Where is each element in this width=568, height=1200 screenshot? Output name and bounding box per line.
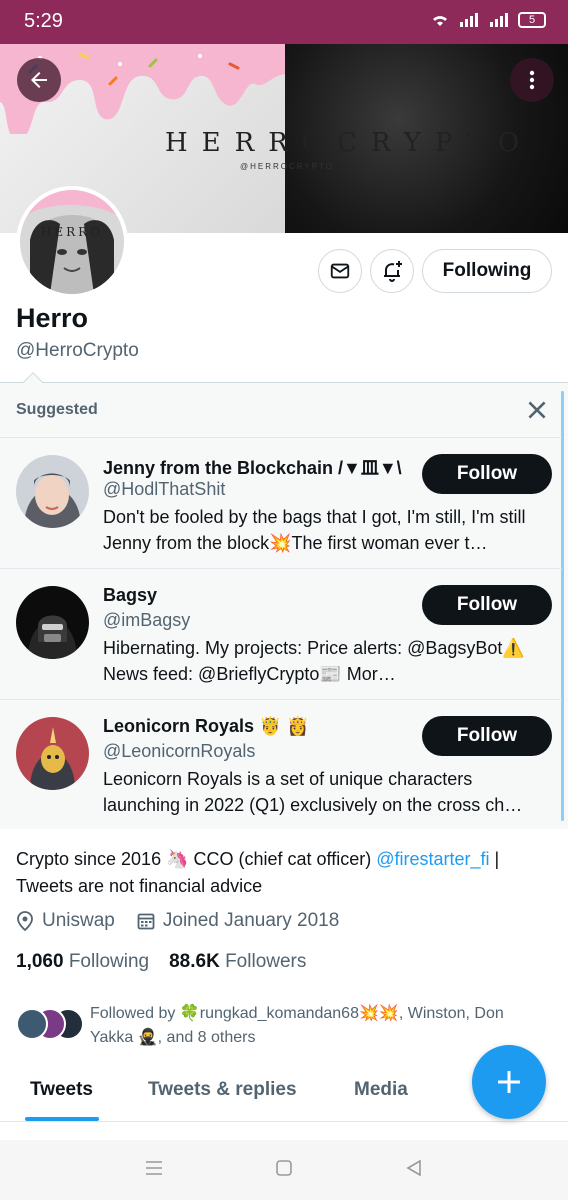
- banner-brand-text: HERROCRYPTO: [165, 128, 534, 158]
- arrow-left-icon: [31, 72, 47, 88]
- bio-link[interactable]: @firestarter_fi: [376, 849, 489, 869]
- follow-button[interactable]: Follow: [422, 716, 552, 756]
- followers-count: 88.6K: [169, 951, 220, 972]
- status-bar: 5:29 5: [0, 0, 568, 44]
- close-icon[interactable]: [524, 397, 550, 423]
- avatar-image: HERRO: [20, 190, 124, 294]
- battery-icon: 5: [518, 12, 546, 28]
- followers-label: Followers: [225, 951, 307, 972]
- following-count: 1,060: [16, 951, 64, 972]
- wifi-icon: [433, 16, 447, 26]
- avatar-image: [16, 586, 89, 659]
- suggested-user-bio: Leonicorn Royals is a set of unique char…: [103, 769, 523, 815]
- suggested-user-bio: Hibernating. My projects: Price alerts: …: [103, 638, 525, 684]
- followers-count-link[interactable]: 88.6K Followers: [169, 951, 306, 973]
- svg-text:HERRO: HERRO: [41, 225, 103, 239]
- tab-tweets-replies[interactable]: Tweets & replies: [148, 1079, 297, 1101]
- tab-tweets[interactable]: Tweets: [30, 1079, 93, 1101]
- tab-media[interactable]: Media: [354, 1079, 408, 1101]
- avatar-image: [16, 717, 89, 790]
- suggested-user-name[interactable]: Bagsy: [103, 585, 157, 606]
- menu-icon[interactable]: [144, 1158, 164, 1178]
- active-tab-indicator: [25, 1117, 99, 1121]
- back-button[interactable]: [17, 58, 61, 102]
- profile-name: Herro: [16, 303, 89, 333]
- joined-text: Joined January 2018: [162, 910, 340, 931]
- suggested-user-row[interactable]: Bagsy @imBagsy Hibernating. My projects:…: [0, 568, 562, 699]
- notifications-button[interactable]: [370, 249, 414, 293]
- location-pin-icon: [17, 911, 33, 931]
- system-nav-bar: [0, 1140, 568, 1200]
- location-item: Uniswap: [16, 910, 115, 932]
- bell-plus-icon: [384, 261, 402, 282]
- compose-tweet-button[interactable]: [472, 1045, 546, 1119]
- suggested-user-name[interactable]: Leonicorn Royals 🤴 👸: [103, 716, 309, 737]
- message-button[interactable]: [318, 249, 362, 293]
- suggested-title: Suggested: [16, 401, 98, 418]
- signal-icon: [460, 13, 478, 27]
- follow-button[interactable]: Follow: [422, 585, 552, 625]
- following-button[interactable]: Following: [422, 249, 552, 293]
- follow-counts: 1,060 Following 88.6K Followers: [16, 951, 306, 973]
- suggested-user-row[interactable]: Jenny from the Blockchain /▼皿▼\ @HodlTha…: [0, 437, 562, 568]
- suggested-user-bio: Don't be fooled by the bags that I got, …: [103, 507, 526, 553]
- following-count-link[interactable]: 1,060 Following: [16, 951, 149, 973]
- avatar[interactable]: [16, 455, 89, 528]
- more-options-button[interactable]: [510, 58, 554, 102]
- banner-sub-text: @HERROCRYPTO: [240, 162, 335, 171]
- calendar-icon: [137, 913, 155, 930]
- panel-caret: [23, 372, 43, 392]
- avatar-image: [16, 455, 89, 528]
- joined-item: Joined January 2018: [137, 910, 339, 932]
- profile-bio: Crypto since 2016 🦄 CCO (chief cat offic…: [16, 846, 556, 900]
- signal-icon-2: [490, 13, 508, 27]
- profile-meta: Uniswap Joined January 2018: [16, 910, 339, 932]
- following-label: Following: [68, 951, 150, 972]
- suggested-user-row[interactable]: Leonicorn Royals 🤴 👸 @LeonicornRoyals Le…: [0, 699, 562, 830]
- followed-by-text: Followed by 🍀rungkad_komandan68💥💥, Winst…: [90, 1005, 504, 1046]
- profile-avatar[interactable]: HERRO: [16, 186, 128, 298]
- follow-button[interactable]: Follow: [422, 454, 552, 494]
- system-icons: 5: [430, 12, 546, 28]
- envelope-icon: [330, 263, 350, 279]
- followed-by-avatars: [16, 1008, 86, 1042]
- avatar: [16, 1008, 48, 1040]
- location-text: Uniswap: [42, 910, 115, 931]
- suggested-user-handle: @imBagsy: [103, 610, 191, 630]
- back-triangle-icon[interactable]: [404, 1158, 424, 1178]
- suggested-panel: Suggested Jenny from the Blockchain /▼皿▼…: [0, 372, 568, 830]
- more-vertical-icon: [529, 70, 535, 90]
- profile-handle: @HerroCrypto: [16, 340, 139, 361]
- status-time: 5:29: [24, 10, 63, 32]
- suggested-user-name[interactable]: Jenny from the Blockchain /▼皿▼\: [103, 454, 402, 480]
- bio-text: Crypto since 2016 🦄 CCO (chief cat offic…: [16, 849, 377, 869]
- suggested-user-handle: @HodlThatShit: [103, 479, 226, 499]
- avatar[interactable]: [16, 717, 89, 790]
- plus-icon: [498, 1071, 520, 1093]
- home-icon[interactable]: [274, 1158, 294, 1178]
- suggested-user-handle: @LeonicornRoyals: [103, 741, 256, 761]
- avatar[interactable]: [16, 586, 89, 659]
